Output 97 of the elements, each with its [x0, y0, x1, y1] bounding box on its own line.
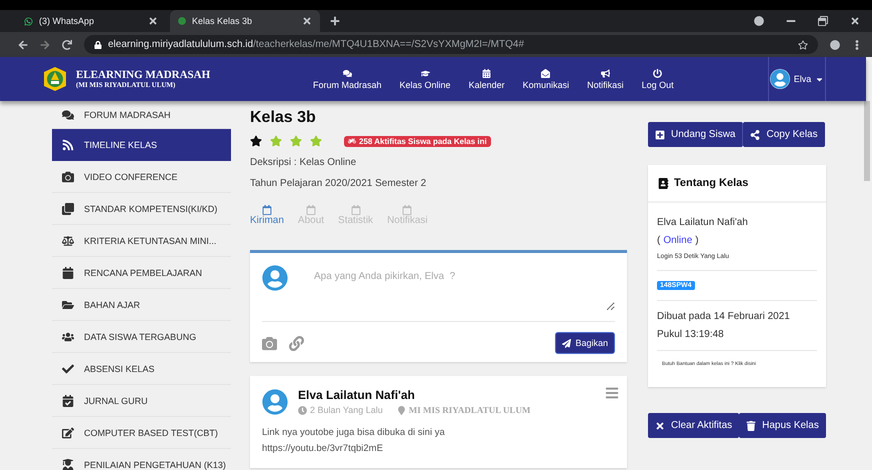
avatar-icon	[262, 388, 288, 414]
forward-icon[interactable]	[40, 40, 50, 50]
copy-icon	[62, 202, 76, 214]
graduation-cap-icon	[420, 68, 430, 78]
sidebar-item[interactable]: COMPUTER BASED TEST(CBT)	[52, 417, 231, 449]
users-icon	[62, 330, 76, 342]
calendar-icon	[482, 68, 492, 78]
created-time: Pukul 13:19:48	[657, 329, 724, 340]
megaphone-icon	[600, 68, 610, 78]
browser-tab[interactable]: Kelas Kelas 3b	[170, 10, 320, 32]
class-tab[interactable]: Kiriman	[250, 205, 284, 226]
user-icon	[62, 458, 76, 470]
invite-button[interactable]: Undang Siswa	[648, 122, 744, 147]
site-title: ELEARNING MADRASAH	[76, 69, 210, 81]
logo-icon	[42, 66, 68, 92]
share-icon	[750, 130, 760, 140]
browser-tab[interactable]: (3) WhatsApp	[16, 10, 166, 32]
plus-icon	[655, 130, 665, 140]
calendar-icon	[262, 205, 272, 215]
nav-link[interactable]: Kelas Online	[390, 68, 460, 90]
class-title: Kelas 3b	[250, 109, 317, 127]
chat-icon	[62, 108, 76, 120]
chat-icon	[24, 16, 33, 26]
motorcycle-icon	[348, 137, 356, 145]
check-icon	[62, 362, 76, 374]
post-author: Elva Lailatun Nafi'ah	[298, 388, 416, 402]
rss-icon	[62, 138, 76, 150]
folder-icon	[62, 298, 76, 310]
sidebar-item[interactable]: PENILAIAN PENGETAHUAN (K13)	[52, 449, 231, 470]
site-icon	[178, 17, 186, 25]
share-button[interactable]: Bagikan	[555, 332, 615, 354]
send-icon	[562, 338, 572, 348]
star-icon	[310, 135, 322, 147]
post-time: 2 Bulan Yang Lalu	[298, 405, 383, 415]
post-text: Link nya youtobe juga bisa dibuka di sini ya	[262, 427, 446, 438]
address-field[interactable]: elearning.miriyadlatululum.sch.id/teacherkelas/me/MTQ4U1BXNA==/S2VsYXMgM2I=/MTQ4#	[84, 35, 818, 54]
sidebar-item[interactable]: BAHAN AJAR	[52, 289, 231, 321]
activity-badge: 258 Aktifitas Siswa pada Kelas ini	[344, 136, 491, 146]
nav-link[interactable]: Kalender	[460, 68, 514, 90]
sidebar-item[interactable]: KRITERIA KETUNTASAN MINI...	[52, 225, 231, 257]
class-description: Deksripsi : Kelas Online	[250, 157, 358, 168]
camera-icon[interactable]	[262, 336, 277, 350]
created-date: Dibuat pada 14 Februari 2021	[657, 311, 790, 322]
calendar-icon	[62, 266, 76, 278]
back-icon[interactable]	[18, 40, 28, 50]
clock-icon	[298, 406, 307, 414]
lock-icon	[94, 40, 102, 48]
nav-link[interactable]: Notifikasi	[578, 68, 633, 90]
delete-button[interactable]: Hapus Kelas	[739, 413, 826, 438]
star-icon[interactable]	[798, 40, 808, 50]
teacher-name: Elva Lailatun Nafi'ah	[657, 217, 748, 228]
sidebar-item[interactable]: VIDEO CONFERENCE	[52, 161, 231, 193]
camera-icon	[62, 170, 76, 182]
chat-icon	[342, 68, 352, 78]
close-icon	[655, 420, 665, 430]
avatar-icon	[770, 69, 790, 89]
online-status: ( Online )	[657, 235, 699, 246]
nav-link[interactable]: Log Out	[632, 68, 683, 90]
close-icon[interactable]	[148, 16, 158, 26]
close-icon[interactable]	[850, 16, 860, 26]
star-icon	[270, 135, 282, 147]
calendar-icon	[350, 205, 361, 215]
scale-icon	[62, 234, 76, 246]
trash-icon	[746, 420, 756, 430]
sidebar-item[interactable]: STANDAR KOMPETENSI(KI/KD)	[52, 193, 231, 225]
profile-icon[interactable]	[754, 16, 764, 26]
school-year: Tahun Pelajaran 2020/2021 Semester 2	[250, 178, 428, 189]
star-icon	[290, 135, 302, 147]
sidebar-item[interactable]: DATA SISWA TERGABUNG	[52, 321, 231, 353]
close-icon[interactable]	[302, 16, 312, 26]
calendar-icon	[62, 394, 76, 406]
nav-link[interactable]: Forum Madrasah	[304, 68, 391, 90]
reload-icon[interactable]	[62, 40, 72, 50]
calendar-icon	[402, 205, 412, 215]
post-text: https://youtu.be/3vr7tqbi2mE	[262, 443, 384, 454]
sidebar-item[interactable]: ABSENSI KELAS	[52, 353, 231, 385]
clear-button[interactable]: Clear Aktifitas	[648, 413, 740, 438]
card-title: Tentang Kelas	[674, 177, 748, 189]
power-icon	[653, 68, 662, 78]
user-menu[interactable]: Elva	[768, 57, 826, 101]
restore-icon[interactable]	[818, 16, 828, 26]
calendar-icon	[306, 205, 316, 215]
envelope-icon	[541, 68, 550, 78]
contact-icon	[658, 178, 669, 188]
star-icon	[250, 135, 262, 147]
menu-icon[interactable]	[605, 386, 619, 400]
sidebar-item[interactable]: JURNAL GURU	[52, 385, 231, 417]
nav-link[interactable]: Komunikasi	[514, 68, 578, 90]
extension-icon[interactable]	[830, 40, 840, 50]
link-icon[interactable]	[289, 336, 304, 350]
scrollbar-thumb[interactable]	[864, 101, 870, 181]
edit-icon	[62, 426, 76, 438]
post-location: MI MIS RIYADLATUL ULUM	[408, 405, 530, 415]
sidebar-item[interactable]: RENCANA PEMBELAJARAN	[52, 257, 231, 289]
copy-button[interactable]: Copy Kelas	[743, 122, 825, 147]
sidebar-item[interactable]: TIMELINE KELAS	[52, 129, 231, 161]
marker-icon	[396, 406, 406, 414]
